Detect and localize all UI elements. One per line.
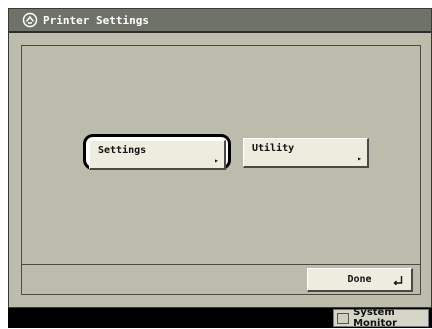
footer-divider xyxy=(22,264,420,265)
done-button[interactable]: Done xyxy=(307,268,413,292)
window-title: Printer Settings xyxy=(43,13,149,27)
status-bar: System Monitor xyxy=(8,307,432,329)
utility-button[interactable]: Utility ▸ xyxy=(243,138,369,168)
content-panel: Settings ▸ Utility ▸ Done xyxy=(21,45,421,295)
system-monitor-button[interactable]: System Monitor xyxy=(333,307,429,329)
monitor-icon xyxy=(337,312,350,324)
arrow-right-icon: ▸ xyxy=(357,154,362,163)
arrow-right-icon: ▸ xyxy=(214,156,219,165)
settings-button-label: Settings xyxy=(98,145,147,156)
printer-settings-icon xyxy=(22,12,38,28)
printer-settings-screen: Printer Settings Settings ▸ Utility ▸ Do… xyxy=(8,8,432,308)
system-monitor-label: System Monitor xyxy=(353,307,398,329)
enter-return-icon xyxy=(393,276,403,285)
settings-button[interactable]: Settings ▸ xyxy=(89,140,226,170)
done-button-label: Done xyxy=(347,274,372,285)
selection-focus-ring: Settings ▸ xyxy=(83,134,231,170)
utility-button-label: Utility xyxy=(252,143,295,154)
title-bar: Printer Settings xyxy=(9,9,431,33)
